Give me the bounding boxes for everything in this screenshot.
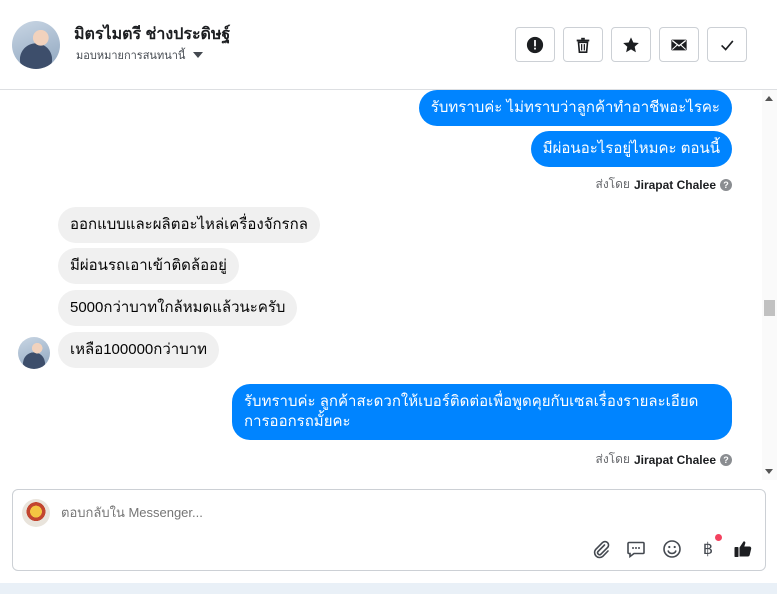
sender-name[interactable]: Jirapat Chalee — [634, 178, 716, 192]
scrollbar-thumb[interactable] — [764, 300, 775, 316]
help-icon[interactable]: ? — [720, 178, 732, 191]
scroll-down-arrow-icon[interactable] — [765, 469, 773, 474]
notification-dot — [715, 534, 722, 541]
outgoing-message[interactable]: รับทราบค่ะ ไม่ทราบว่าลูกค้าทำอาชีพอะไรคะ — [418, 90, 732, 126]
attach-button[interactable] — [590, 538, 612, 560]
assign-label: มอบหมายการสนทนานี้ — [76, 50, 186, 62]
incoming-message[interactable]: มีผ่อนรถเอาเข้าติดล้ออยู่ — [58, 248, 239, 284]
check-icon — [721, 39, 734, 51]
saved-reply-icon — [627, 541, 645, 559]
avatar[interactable] — [18, 337, 50, 369]
contact-name[interactable]: มิตรไมตรี ช่างประดิษฐ์ — [74, 22, 230, 47]
avatar[interactable] — [12, 21, 60, 69]
reply-input[interactable] — [61, 505, 661, 520]
sent-by-prefix: ส่งโดย — [595, 452, 630, 466]
star-icon — [623, 36, 639, 52]
sender-name[interactable]: Jirapat Chalee — [634, 453, 716, 467]
envelope-icon — [671, 39, 687, 50]
scrollbar[interactable] — [762, 90, 777, 480]
sent-by-prefix: ส่งโดย — [595, 177, 630, 191]
emoji-button[interactable] — [661, 538, 683, 560]
help-icon[interactable]: ? — [720, 453, 732, 466]
incoming-message[interactable]: เหลือ100000กว่าบาท — [58, 332, 220, 368]
reply-composer: ฿ — [12, 489, 766, 571]
message-thread: รับทราบค่ะ ไม่ทราบว่าลูกค้าทำอาชีพอะไรคะ… — [0, 90, 762, 480]
outgoing-message[interactable]: รับทราบค่ะ ลูกค้าสะดวกให้เบอร์ติดต่อเพื่… — [232, 384, 732, 440]
incoming-message[interactable]: 5000กว่าบาทใกล้หมดแล้วนะครับ — [58, 290, 298, 326]
exclamation-icon — [526, 36, 544, 53]
baht-icon: ฿ — [702, 541, 714, 558]
mark-unread-button[interactable] — [659, 27, 699, 62]
paperclip-icon — [593, 540, 610, 559]
assign-conversation-dropdown[interactable]: มอบหมายการสนทนานี้ — [76, 46, 204, 64]
scroll-up-arrow-icon[interactable] — [765, 96, 773, 101]
mark-done-button[interactable] — [707, 27, 747, 62]
emoji-icon — [663, 540, 681, 558]
star-button[interactable] — [611, 27, 651, 62]
page-avatar — [22, 499, 50, 527]
saved-replies-button[interactable] — [625, 538, 647, 560]
outgoing-message[interactable]: มีผ่อนอะไรอยู่ไหมคะ ตอนนี้ — [530, 131, 732, 167]
like-button[interactable] — [732, 538, 754, 560]
caret-down-icon — [193, 52, 204, 58]
trash-icon — [576, 37, 590, 53]
sent-by-label: ส่งโดย Jirapat Chalee ? — [595, 450, 732, 469]
conversation-header: มิตรไมตรี ช่างประดิษฐ์ มอบหมายการสนทนานี… — [0, 0, 777, 90]
payment-button[interactable]: ฿ — [697, 538, 719, 560]
page-footer-strip — [0, 583, 777, 594]
delete-button[interactable] — [563, 27, 603, 62]
report-button[interactable] — [515, 27, 555, 62]
incoming-message[interactable]: ออกแบบและผลิตอะไหล่เครื่องจักรกล — [58, 207, 320, 243]
sent-by-label: ส่งโดย Jirapat Chalee ? — [595, 175, 732, 194]
thumbs-up-icon — [734, 541, 752, 557]
